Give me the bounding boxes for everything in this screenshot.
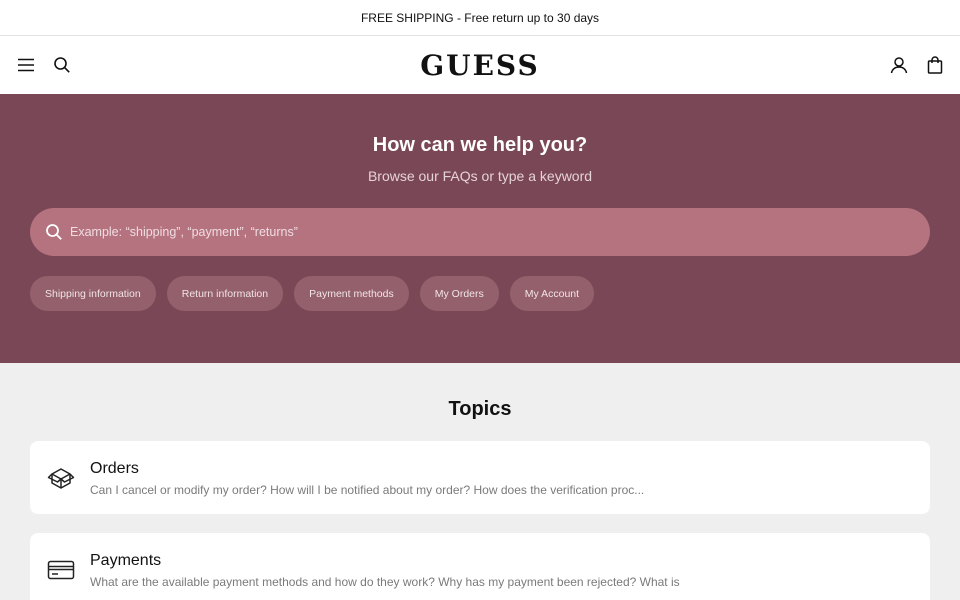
quick-link-return-information[interactable]: Return information	[166, 276, 284, 311]
topic-description: Can I cancel or modify my order? How wil…	[90, 483, 645, 497]
help-hero: How can we help you? Browse our FAQs or …	[0, 94, 960, 363]
box-icon	[46, 465, 76, 491]
bag-button[interactable]	[923, 53, 947, 77]
topic-title: Payments	[90, 552, 162, 569]
shopping-bag-icon	[927, 56, 943, 74]
promo-text: FREE SHIPPING - Free return up to 30 day…	[360, 10, 600, 25]
hero-subtitle: Browse our FAQs or type a keyword	[367, 168, 593, 184]
topic-title: Orders	[90, 460, 139, 477]
quick-link-my-account[interactable]: My Account	[509, 276, 595, 311]
quick-link-payment-methods[interactable]: Payment methods	[294, 276, 409, 311]
header-search-button[interactable]	[50, 53, 74, 77]
faq-search-bar[interactable]	[30, 208, 930, 256]
search-icon	[54, 57, 70, 73]
quick-link-shipping-information[interactable]: Shipping information	[30, 276, 156, 311]
user-icon	[890, 57, 908, 74]
promo-bar: FREE SHIPPING - Free return up to 30 day…	[0, 0, 960, 36]
site-header: GUESS	[0, 36, 960, 94]
quick-links: Shipping information Return information …	[30, 276, 595, 311]
faq-search-input[interactable]	[70, 208, 930, 256]
menu-icon	[18, 58, 34, 72]
topics-heading: Topics	[448, 398, 512, 420]
hero-title: How can we help you?	[372, 134, 588, 156]
menu-button[interactable]	[14, 53, 38, 77]
topic-card-orders[interactable]: Orders Can I cancel or modify my order? …	[30, 441, 930, 514]
account-button[interactable]	[887, 53, 911, 77]
topic-card-payments[interactable]: Payments What are the available payment …	[30, 533, 930, 600]
credit-card-icon	[46, 557, 76, 583]
brand-logo[interactable]: GUESS	[380, 48, 580, 84]
topic-description: What are the available payment methods a…	[90, 575, 680, 589]
search-icon	[44, 222, 64, 242]
quick-link-my-orders[interactable]: My Orders	[419, 276, 499, 311]
